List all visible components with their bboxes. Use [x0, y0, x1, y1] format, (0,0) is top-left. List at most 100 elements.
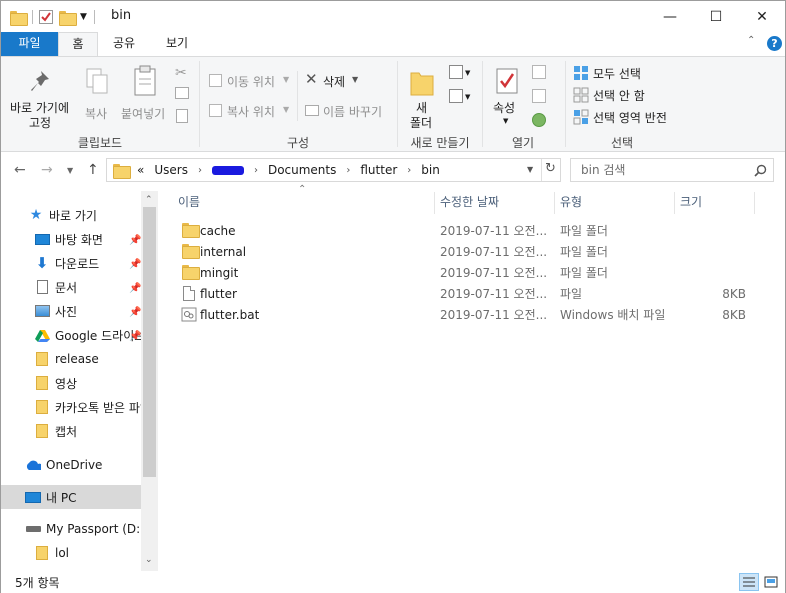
paste-shortcut-icon[interactable]	[176, 109, 188, 123]
explorer-window: ▼ bin — ☐ ✕ 파일 홈 공유 보기 ⌃ ? 바로 가기에 고정 복사 …	[0, 0, 786, 593]
breadcrumb-chevron-icon[interactable]: ›	[198, 165, 202, 176]
rename-button[interactable]: 이름 바꾸기	[303, 101, 393, 121]
scroll-up-icon[interactable]: ⌃	[145, 195, 153, 205]
paste-button[interactable]: 붙여넣기	[119, 63, 171, 131]
clipboard-group-label: 클립보드	[77, 136, 123, 150]
edit-icon[interactable]	[532, 89, 546, 103]
copy-path-icon[interactable]	[175, 87, 189, 99]
recent-locations-chevron-icon[interactable]: ▼	[67, 166, 73, 175]
tab-view[interactable]: 보기	[155, 32, 199, 56]
refresh-icon[interactable]: ↻	[545, 161, 556, 176]
breadcrumb-documents[interactable]: Documents	[268, 163, 336, 177]
copy-to-button[interactable]: 복사 위치 ▼	[207, 101, 297, 121]
scroll-down-icon[interactable]: ⌄	[145, 555, 153, 565]
table-row[interactable]: mingit 2019-07-11 오전... 파일 폴더	[178, 262, 758, 283]
nav-item-this-pc[interactable]: 내 PC	[1, 485, 141, 509]
file-modified: 2019-07-11 오전...	[440, 308, 548, 322]
new-folder-button[interactable]: 새 폴더	[403, 63, 443, 131]
file-modified: 2019-07-11 오전...	[440, 287, 548, 301]
minimize-button[interactable]: —	[647, 1, 693, 32]
nav-label: 바탕 화면	[55, 232, 103, 247]
ribbon-collapse-icon[interactable]: ⌃	[747, 35, 755, 46]
new-item-icon[interactable]	[449, 65, 463, 79]
up-arrow-icon[interactable]: ↑	[87, 162, 99, 178]
history-icon[interactable]	[532, 113, 546, 127]
invert-selection-icon	[573, 109, 589, 125]
nav-item-onedrive[interactable]: OneDrive	[1, 453, 141, 477]
tab-file[interactable]: 파일	[1, 32, 58, 56]
table-row[interactable]: flutter 2019-07-11 오전... 파일 8KB	[178, 283, 758, 304]
table-row[interactable]: internal 2019-07-11 오전... 파일 폴더	[178, 241, 758, 262]
open-icon[interactable]	[532, 65, 546, 79]
pin-icon[interactable]: 📌	[129, 235, 141, 246]
maximize-button[interactable]: ☐	[693, 1, 739, 32]
nav-item-documents[interactable]: 문서	[1, 275, 141, 299]
new-folder-quick-icon[interactable]	[59, 10, 77, 26]
ribbon-tabs: 파일 홈 공유 보기 ⌃ ?	[1, 32, 785, 57]
pin-icon[interactable]: 📌	[129, 307, 141, 318]
column-header-name[interactable]: 이름	[158, 192, 435, 214]
nav-item-captures[interactable]: 캡처	[1, 419, 141, 443]
back-arrow-icon[interactable]: ←	[14, 162, 26, 178]
close-button[interactable]: ✕	[739, 1, 785, 32]
column-header-type[interactable]: 유형	[540, 192, 675, 214]
forward-arrow-icon[interactable]: →	[41, 162, 53, 178]
select-all-button[interactable]: 모두 선택	[571, 63, 681, 83]
chevron-down-icon[interactable]: ▼	[465, 69, 470, 77]
tab-home[interactable]: 홈	[58, 32, 98, 57]
select-all-icon	[574, 66, 588, 80]
column-header-size[interactable]: 크기	[660, 192, 755, 214]
nav-item-kakaotalk[interactable]: 카카오톡 받은 파일	[1, 395, 141, 419]
select-none-label: 선택 안 함	[593, 89, 645, 103]
nav-item-downloads[interactable]: ⬇ 다운로드	[1, 251, 141, 275]
properties-quick-icon[interactable]	[39, 10, 53, 24]
pin-icon[interactable]: 📌	[129, 283, 141, 294]
select-none-button[interactable]: 선택 안 함	[571, 85, 681, 105]
nav-item-release[interactable]: release	[1, 347, 141, 371]
search-icon[interactable]	[754, 164, 767, 177]
nav-item-videos[interactable]: 영상	[1, 371, 141, 395]
pin-to-quick-access-button[interactable]: 바로 가기에 고정	[7, 63, 77, 131]
nav-label: 다운로드	[55, 256, 100, 271]
address-row: ← → ▼ ↑ « Users › › Documents › flutter …	[1, 153, 785, 189]
pin-icon[interactable]: 📌	[129, 259, 141, 270]
nav-item-quick-access[interactable]: ★ 바로 가기	[1, 203, 141, 227]
nav-item-google-drive[interactable]: Google 드라이브	[1, 323, 141, 347]
help-icon[interactable]: ?	[767, 36, 782, 51]
cut-icon[interactable]: ✂	[175, 65, 187, 81]
copy-button[interactable]: 복사	[79, 63, 115, 131]
easy-access-icon[interactable]	[449, 89, 463, 103]
breadcrumb-users[interactable]: Users	[154, 163, 188, 177]
breadcrumb-chevron-icon[interactable]: ›	[407, 165, 411, 176]
chevron-down-icon[interactable]: ▼	[80, 12, 87, 22]
delete-button[interactable]: ✕ 삭제 ▼	[303, 70, 363, 91]
nav-item-pictures[interactable]: 사진	[1, 299, 141, 323]
breadcrumb-flutter[interactable]: flutter	[360, 163, 397, 177]
nav-label: 바로 가기	[49, 208, 97, 223]
new-folder-icon	[410, 72, 434, 96]
search-input[interactable]: bin 검색	[570, 158, 774, 182]
chevron-down-icon[interactable]: ▼	[465, 93, 470, 101]
pin-icon[interactable]: 📌	[129, 331, 141, 342]
star-icon: ★	[29, 207, 43, 223]
tab-share[interactable]: 공유	[103, 32, 145, 56]
nav-item-lol[interactable]: lol	[1, 541, 141, 565]
table-row[interactable]: flutter.bat 2019-07-11 오전... Windows 배치 …	[178, 304, 758, 325]
breadcrumb-bin[interactable]: bin	[421, 163, 440, 177]
details-view-button[interactable]	[739, 573, 759, 591]
properties-button[interactable]: 속성 ▼	[487, 63, 527, 131]
large-icons-view-button[interactable]	[761, 573, 781, 591]
move-to-button[interactable]: 이동 위치 ▼	[207, 71, 297, 91]
nav-scroll-thumb[interactable]	[143, 207, 156, 477]
breadcrumb-chevron-icon[interactable]: ›	[254, 165, 258, 176]
nav-item-my-passport[interactable]: My Passport (D:)	[1, 517, 141, 541]
breadcrumb-chevron-icon[interactable]: ›	[346, 165, 350, 176]
breadcrumb-overflow[interactable]: «	[137, 163, 144, 177]
address-dropdown-icon[interactable]: ▼	[527, 165, 533, 174]
table-row[interactable]: cache 2019-07-11 오전... 파일 폴더	[178, 220, 758, 241]
address-bar[interactable]: « Users › › Documents › flutter › bin ▼ …	[106, 158, 561, 182]
column-header-modified[interactable]: 수정한 날짜	[420, 192, 555, 214]
invert-selection-button[interactable]: 선택 영역 반전	[571, 107, 681, 127]
nav-item-desktop[interactable]: 바탕 화면	[1, 227, 141, 251]
breadcrumb-user-redacted[interactable]	[211, 166, 244, 175]
